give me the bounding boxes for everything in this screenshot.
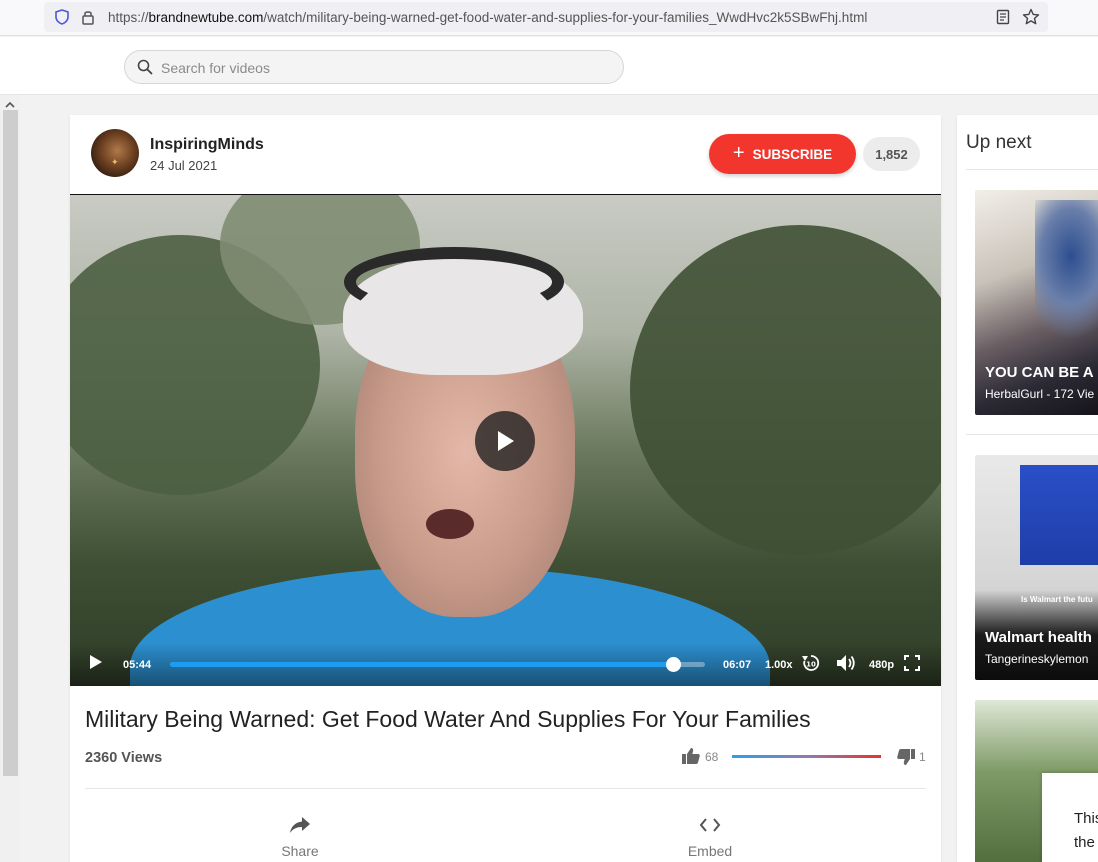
up-next-heading: Up next	[966, 132, 1032, 153]
up-next-title: YOU CAN BE A	[985, 364, 1094, 381]
code-icon	[699, 818, 721, 832]
up-next-video-1[interactable]: YOU CAN BE A HerbalGurl - 172 Vie	[975, 190, 1098, 415]
thumbnail-caption: Is Walmart the futu	[1021, 595, 1093, 604]
site-header: Search for videos	[0, 37, 1098, 95]
play-pause-icon[interactable]	[89, 654, 103, 675]
up-next-title: Walmart health	[985, 629, 1092, 646]
thumbnail-image	[1035, 200, 1098, 340]
thumbs-down-icon[interactable]	[896, 748, 916, 771]
shield-icon[interactable]	[55, 9, 69, 30]
search-icon	[137, 59, 153, 80]
url-text[interactable]: https://brandnewtube.com/watch/military-…	[108, 10, 867, 25]
up-next-video-2[interactable]: Is Walmart the futu Walmart health Tange…	[975, 455, 1098, 680]
bookmark-star-icon[interactable]	[1022, 8, 1040, 31]
fullscreen-icon[interactable]	[904, 655, 920, 676]
player-controls: 05:44 06:07 1.00x 10 480p	[70, 643, 941, 686]
thumbs-up-icon[interactable]	[681, 747, 701, 770]
browser-toolbar: https://brandnewtube.com/watch/military-…	[0, 0, 1098, 36]
video-person-sunglasses	[344, 247, 564, 317]
divider	[966, 169, 1098, 170]
embed-label: Embed	[687, 843, 733, 859]
subscriber-count: 1,852	[863, 137, 920, 171]
subscribe-button[interactable]: + SUBSCRIBE	[709, 134, 856, 174]
quality-selector[interactable]: 480p	[869, 659, 894, 671]
thumbnail-image	[1020, 465, 1098, 565]
share-icon	[290, 817, 310, 833]
video-player[interactable]: 05:44 06:07 1.00x 10 480p	[70, 194, 941, 686]
plus-icon: +	[732, 142, 745, 164]
dislike-count: 1	[919, 750, 926, 764]
up-next-meta: Tangerineskylemon	[985, 652, 1089, 666]
video-card: ✦ InspiringMinds 24 Jul 2021 + SUBSCRIBE…	[70, 115, 941, 862]
play-icon	[498, 431, 514, 451]
seek-bar-handle[interactable]	[665, 657, 681, 672]
url-prefix: https://	[108, 10, 149, 25]
duration: 06:07	[723, 659, 752, 671]
view-count: 2360 Views	[85, 750, 163, 766]
url-host: brandnewtube.com	[148, 10, 264, 25]
video-title: Military Being Warned: Get Food Water An…	[85, 706, 811, 732]
big-play-button[interactable]	[475, 411, 535, 471]
popup-text: This the	[1074, 807, 1098, 855]
like-dislike-ratio-bar	[732, 755, 881, 758]
notification-popup[interactable]: This the	[1042, 773, 1098, 862]
search-input[interactable]: Search for videos	[124, 50, 624, 84]
avatar-badge-icon: ✦	[111, 157, 119, 167]
divider	[966, 434, 1098, 435]
video-person-mouth	[426, 509, 474, 539]
svg-text:10: 10	[806, 661, 816, 669]
volume-icon[interactable]	[835, 653, 857, 678]
seek-bar-fill	[170, 662, 673, 667]
current-time: 05:44	[123, 659, 152, 671]
divider	[85, 788, 926, 789]
share-button[interactable]: Share	[260, 815, 340, 859]
rewind-10-icon[interactable]: 10	[801, 653, 821, 678]
popup-line-1: This	[1074, 810, 1098, 827]
seek-bar[interactable]	[170, 657, 705, 672]
url-path: /watch/military-being-warned-get-food-wa…	[263, 10, 868, 25]
embed-button[interactable]: Embed	[670, 815, 750, 859]
lock-icon[interactable]	[81, 9, 95, 30]
reader-view-icon[interactable]	[996, 9, 1010, 30]
subscribe-label: SUBSCRIBE	[752, 146, 833, 162]
channel-name[interactable]: InspiringMinds	[150, 136, 264, 154]
upload-date: 24 Jul 2021	[150, 158, 218, 173]
popup-line-2: the	[1074, 834, 1095, 851]
up-next-sidebar: Up next YOU CAN BE A HerbalGurl - 172 Vi…	[957, 115, 1098, 862]
channel-avatar[interactable]: ✦	[91, 129, 139, 177]
scrollbar-thumb[interactable]	[3, 110, 18, 776]
like-count: 68	[705, 750, 719, 764]
up-next-meta: HerbalGurl - 172 Vie	[985, 387, 1095, 401]
search-placeholder: Search for videos	[161, 60, 270, 76]
share-label: Share	[281, 843, 319, 859]
playback-speed[interactable]: 1.00x	[765, 659, 793, 671]
